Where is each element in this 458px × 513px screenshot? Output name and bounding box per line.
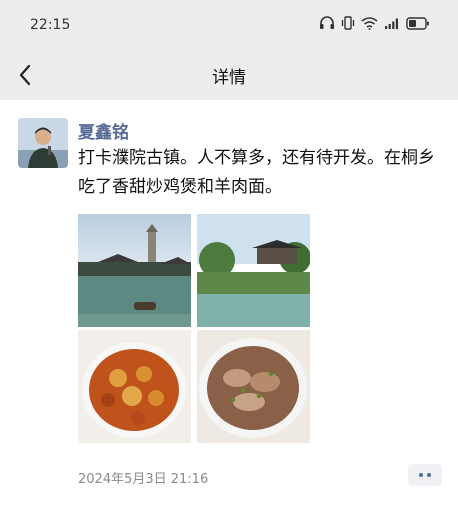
status-icons [319,16,430,30]
nav-bar: 详情 [0,50,458,100]
cellular-signal-icon [385,18,398,29]
post-text: 打卡濮院古镇。人不算多，还有待开发。在桐乡吃了香甜炒鸡煲和羊肉面。 [78,148,435,197]
status-bar: 22:15 [0,0,458,50]
photo-chicken-pot[interactable] [78,330,191,443]
page-title: 详情 [212,68,246,88]
author-name-link[interactable]: 夏鑫铭 [78,118,129,143]
photo-canal-pagoda[interactable] [78,214,191,327]
wifi-icon [361,16,378,30]
post-detail: 夏鑫铭 打卡濮院古镇。人不算多，还有待开发。在桐乡吃了香甜炒鸡煲和羊肉面。 20… [0,100,458,513]
photo-grid [78,214,310,443]
headset-icon [320,16,334,29]
photo-mutton-noodles[interactable] [197,330,310,443]
status-time: 22:15 [30,17,71,33]
post-timestamp: 2024年5月3日 21:16 [78,472,209,487]
battery-icon [406,16,429,30]
vibrate-icon [341,16,355,30]
more-dots-icon [419,473,423,477]
avatar[interactable] [18,118,68,168]
more-actions-button[interactable] [408,464,442,486]
more-dots-icon [427,473,431,477]
photo-garden-pavilion[interactable] [197,214,310,327]
